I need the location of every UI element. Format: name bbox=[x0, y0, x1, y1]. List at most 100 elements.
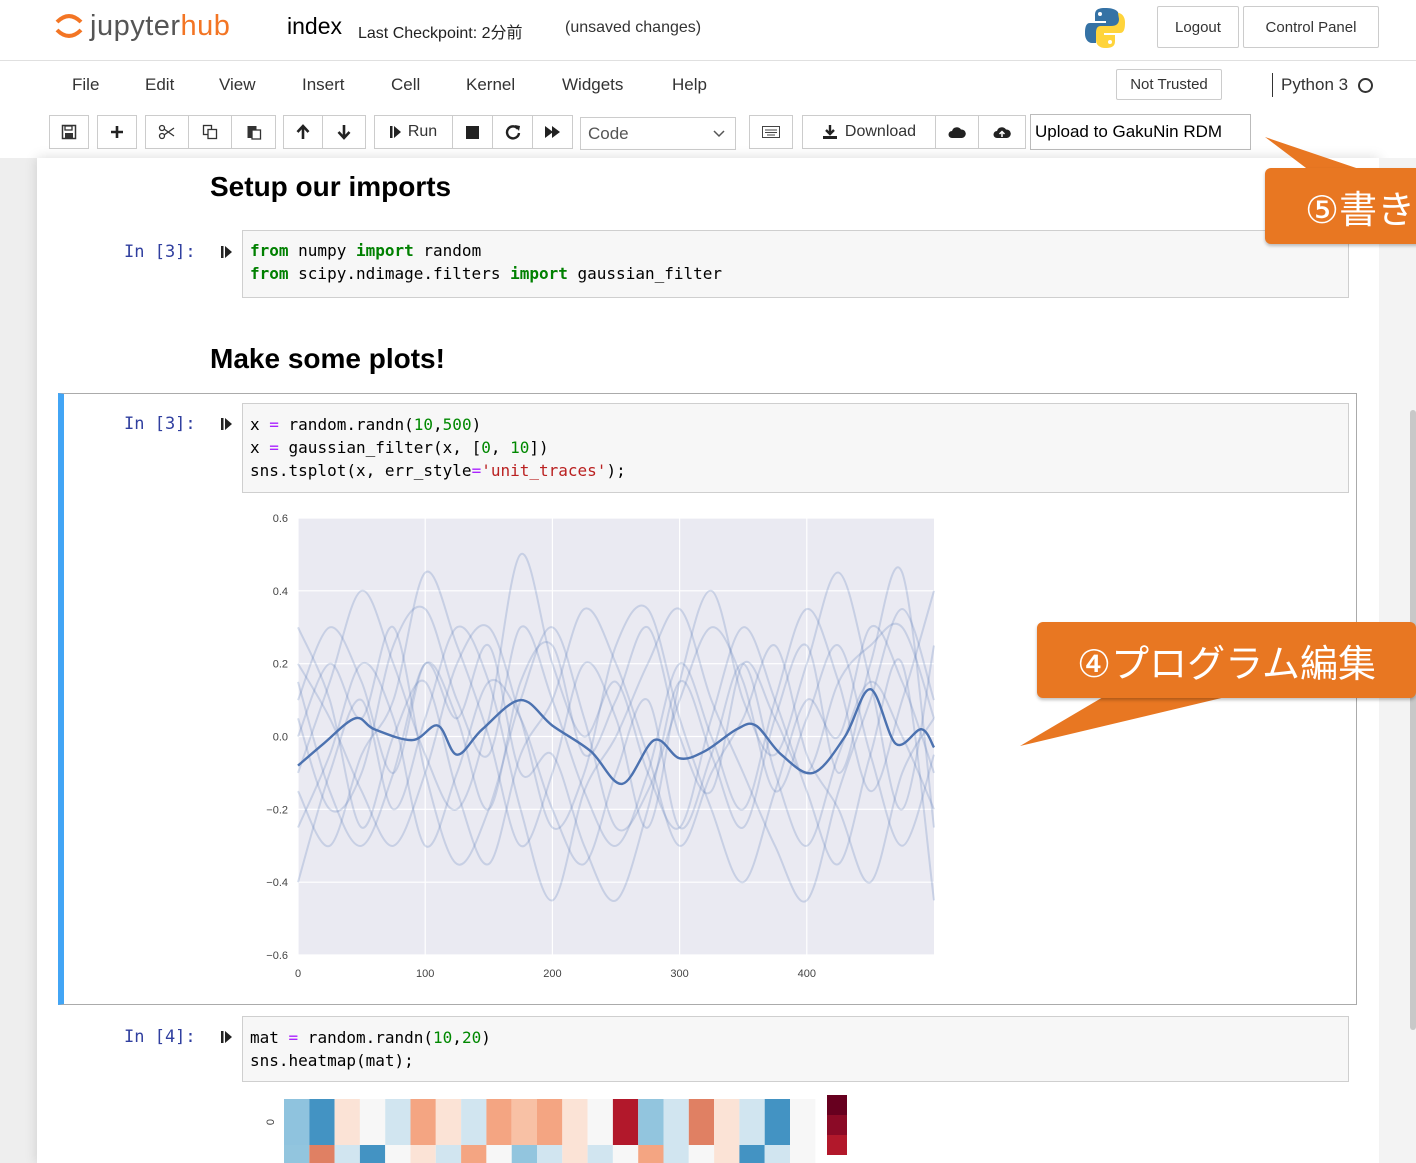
run-cell-icon[interactable] bbox=[221, 1030, 233, 1044]
logout-button[interactable]: Logout bbox=[1157, 6, 1239, 48]
cloud-upload-button[interactable] bbox=[978, 115, 1026, 149]
heatmap-cell bbox=[587, 1145, 613, 1163]
heatmap-cell bbox=[790, 1145, 816, 1163]
menu-edit[interactable]: Edit bbox=[145, 75, 174, 95]
heatmap-cell bbox=[612, 1099, 639, 1145]
jupyterhub-header: jupyterhub index Last Checkpoint: 2分前 (u… bbox=[0, 0, 1416, 60]
download-button[interactable]: Download bbox=[802, 115, 936, 149]
heatmap-cell bbox=[309, 1145, 335, 1163]
move-up-button[interactable] bbox=[283, 115, 323, 149]
cell-type-select[interactable]: Code bbox=[580, 117, 736, 150]
heatmap-cell bbox=[537, 1099, 563, 1145]
heatmap-cell bbox=[385, 1099, 411, 1145]
kernel-idle-icon bbox=[1358, 77, 1374, 93]
menu-widgets[interactable]: Widgets bbox=[562, 75, 623, 95]
code-cell-input[interactable]: x = random.randn(10,500) x = gaussian_fi… bbox=[242, 403, 1349, 493]
logo-text-jupyter: jupyter bbox=[90, 9, 181, 42]
heatmap-cell bbox=[537, 1145, 563, 1163]
heatmap-cell bbox=[638, 1099, 664, 1145]
menu-kernel[interactable]: Kernel bbox=[466, 75, 515, 95]
colorbar-segment bbox=[827, 1115, 847, 1135]
run-cell-icon[interactable] bbox=[221, 417, 233, 431]
code-cell-input[interactable]: from numpy import random from scipy.ndim… bbox=[242, 230, 1349, 298]
arrow-up-icon bbox=[296, 124, 310, 139]
run-button[interactable]: Run bbox=[374, 115, 453, 149]
callout-save: ⑤書き bbox=[1265, 168, 1416, 244]
callout-edit-program: ④プログラム編集 bbox=[1037, 622, 1416, 698]
heatmap-cell bbox=[309, 1099, 335, 1145]
interrupt-button[interactable] bbox=[452, 115, 493, 149]
command-palette-button[interactable] bbox=[749, 115, 793, 149]
heatmap-cell bbox=[435, 1145, 462, 1163]
restart-run-all-button[interactable] bbox=[532, 115, 573, 149]
cloud-icon bbox=[948, 126, 966, 138]
heatmap-cell bbox=[359, 1145, 386, 1163]
cut-icon bbox=[158, 124, 175, 140]
y-tick-label: 0.0 bbox=[273, 732, 288, 744]
x-tick-label: 400 bbox=[798, 968, 816, 980]
cloud-button[interactable] bbox=[935, 115, 979, 149]
heatmap-cell bbox=[334, 1099, 360, 1145]
kernel-name[interactable]: Python 3 bbox=[1281, 75, 1348, 95]
heatmap-cell bbox=[410, 1145, 436, 1163]
insert-cell-button[interactable] bbox=[97, 115, 137, 149]
menu-insert[interactable]: Insert bbox=[302, 75, 345, 95]
code-line: mat = random.randn(10,20) bbox=[250, 1028, 491, 1047]
menu-view[interactable]: View bbox=[219, 75, 256, 95]
logo-text-hub: hub bbox=[180, 9, 231, 42]
jupyterhub-logo[interactable]: jupyterhub bbox=[54, 8, 230, 44]
heatmap-cell bbox=[461, 1145, 487, 1163]
heatmap-cell bbox=[739, 1099, 765, 1145]
heatmap-cell bbox=[461, 1099, 487, 1145]
chevron-down-icon bbox=[713, 130, 725, 138]
run-cell-icon[interactable] bbox=[221, 245, 233, 259]
heatmap-cell bbox=[486, 1145, 512, 1163]
colorbar-segment bbox=[827, 1095, 847, 1115]
code-cell-input[interactable]: mat = random.randn(10,20) sns.heatmap(ma… bbox=[242, 1016, 1349, 1082]
heatmap-y-tick: 0 bbox=[265, 1119, 277, 1125]
heatmap-cell bbox=[688, 1145, 715, 1163]
jupyter-logo-icon bbox=[55, 14, 83, 38]
move-down-button[interactable] bbox=[322, 115, 366, 149]
restart-icon bbox=[505, 125, 520, 140]
cut-button[interactable] bbox=[145, 115, 189, 149]
copy-button[interactable] bbox=[188, 115, 232, 149]
tsplot-chart: 0 100 200 300 400 0.6 0.4 0.2 0.0 −0.2 −0.4 −0.6 bbox=[266, 513, 936, 980]
save-icon bbox=[61, 124, 77, 140]
menu-help[interactable]: Help bbox=[672, 75, 707, 95]
code-line: sns.heatmap(mat); bbox=[250, 1051, 414, 1070]
heatmap-cell bbox=[359, 1099, 386, 1145]
cell-prompt: In [3]: bbox=[124, 414, 196, 434]
code-line: x = random.randn(10,500) bbox=[250, 415, 482, 434]
download-label: Download bbox=[844, 123, 917, 140]
menu-file[interactable]: File bbox=[72, 75, 99, 95]
python-logo-icon bbox=[1085, 8, 1125, 48]
heatmap-cell bbox=[739, 1145, 765, 1163]
run-label: Run bbox=[407, 123, 438, 140]
heatmap-cell bbox=[410, 1099, 436, 1145]
heatmap-cell bbox=[284, 1145, 310, 1163]
cell-prompt: In [3]: bbox=[124, 242, 196, 262]
y-tick-label: −0.6 bbox=[266, 950, 288, 962]
code-line: from scipy.ndimage.filters import gaussi… bbox=[250, 264, 723, 283]
notebook-name[interactable]: index bbox=[287, 13, 342, 40]
upload-to-gakunin-rdm-tooltip[interactable]: Upload to GakuNin RDM bbox=[1030, 114, 1251, 150]
heatmap-cell bbox=[334, 1145, 360, 1163]
autosave-status: (unsaved changes) bbox=[565, 19, 702, 36]
heatmap-cell bbox=[714, 1099, 740, 1145]
heatmap-cell bbox=[511, 1145, 537, 1163]
y-tick-label: 0.6 bbox=[273, 513, 288, 525]
x-tick-label: 300 bbox=[670, 968, 688, 980]
restart-button[interactable] bbox=[492, 115, 533, 149]
control-panel-button[interactable]: Control Panel bbox=[1243, 6, 1379, 48]
y-tick-label: 0.2 bbox=[273, 659, 288, 671]
arrow-down-icon bbox=[337, 125, 351, 140]
heatmap-cell bbox=[562, 1099, 588, 1145]
not-trusted-button[interactable]: Not Trusted bbox=[1116, 69, 1222, 100]
save-button[interactable] bbox=[49, 115, 89, 149]
run-icon bbox=[389, 126, 401, 138]
y-tick-label: 0.4 bbox=[273, 586, 288, 598]
menu-cell[interactable]: Cell bbox=[391, 75, 420, 95]
heatmap-cell bbox=[385, 1145, 411, 1163]
paste-button[interactable] bbox=[231, 115, 276, 149]
